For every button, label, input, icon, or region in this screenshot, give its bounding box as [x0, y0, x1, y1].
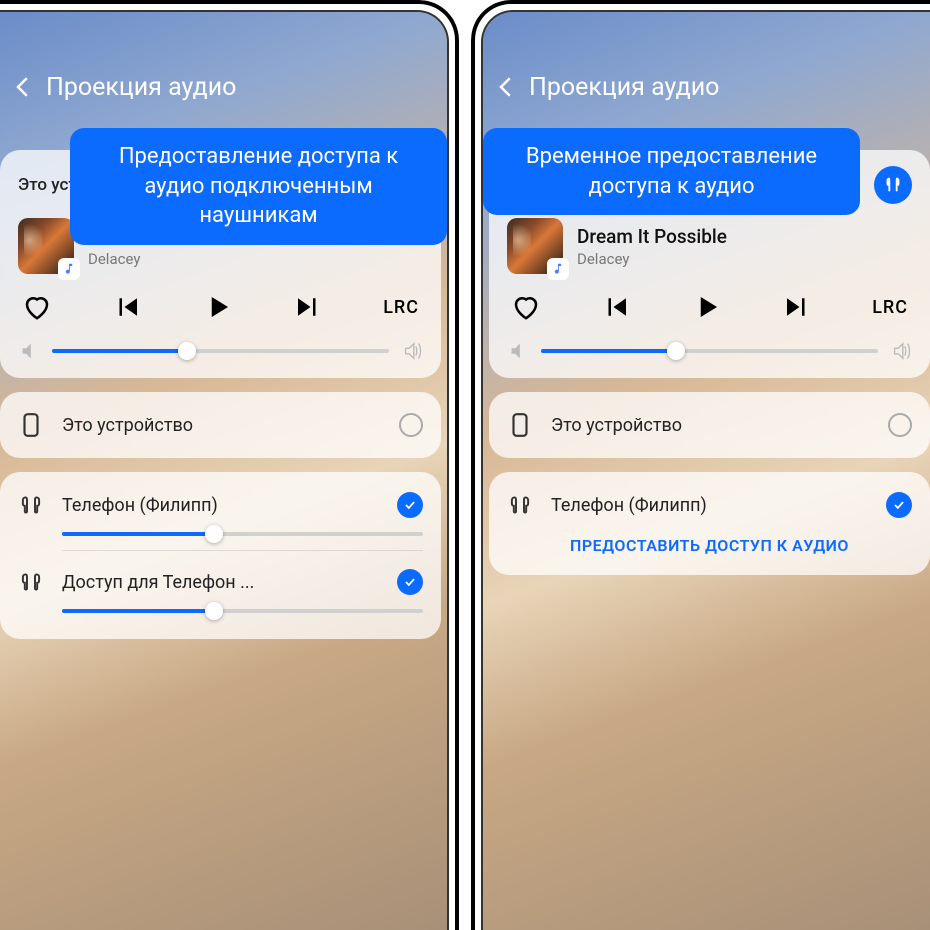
playback-controls: LRC: [507, 292, 912, 322]
check-icon[interactable]: [397, 569, 423, 595]
music-app-icon: [547, 258, 569, 280]
device-volume-slider[interactable]: [62, 609, 423, 613]
header: Проекция аудио: [0, 12, 447, 120]
this-device-label: Это устройство: [551, 415, 888, 436]
page-title: Проекция аудио: [46, 73, 236, 102]
device-name: Телефон (Филипп): [551, 495, 886, 516]
screen-left: Проекция аудио Предоставление доступа к …: [0, 12, 447, 930]
now-playing: Dream It Possible Delacey: [507, 218, 912, 274]
playback-controls: LRC: [18, 292, 423, 322]
earbuds-icon: [507, 492, 533, 518]
divider: [62, 550, 423, 551]
shared-devices-card: Телефон (Филипп) Доступ для Телефон: [0, 472, 441, 639]
header: Проекция аудио: [483, 12, 930, 120]
lyrics-button[interactable]: LRC: [383, 297, 419, 318]
device-name: Доступ для Телефон ...: [62, 572, 397, 593]
device-item[interactable]: Телефон (Филипп): [507, 488, 912, 522]
device-item[interactable]: Телефон (Филипп): [18, 488, 423, 536]
next-icon[interactable]: [782, 292, 812, 322]
callout-right: Временное предоставление доступа к аудио: [483, 128, 860, 215]
heart-icon[interactable]: [511, 292, 541, 322]
track-info: Dream It Possible Delacey: [577, 225, 727, 268]
device-name: Телефон (Филипп): [62, 495, 397, 516]
this-device-label: Это устройство: [62, 415, 399, 436]
screen-right: Проекция аудио Временное предоставление …: [483, 12, 930, 930]
album-art[interactable]: [507, 218, 563, 274]
check-icon[interactable]: [886, 492, 912, 518]
this-device-card[interactable]: Это устройство: [489, 392, 930, 458]
album-art[interactable]: [18, 218, 74, 274]
check-icon[interactable]: [397, 492, 423, 518]
volume-slider[interactable]: [541, 349, 878, 353]
lyrics-button[interactable]: LRC: [872, 297, 908, 318]
heart-icon[interactable]: [22, 292, 52, 322]
phone-right: Проекция аудио Временное предоставление …: [471, 0, 930, 930]
track-artist: Delacey: [577, 250, 727, 268]
prev-icon[interactable]: [601, 292, 631, 322]
callout-left: Предоставление доступа к аудио подключен…: [70, 128, 447, 245]
this-device-card[interactable]: Это устройство: [0, 392, 441, 458]
volume-low-icon: [507, 340, 529, 362]
prev-icon[interactable]: [112, 292, 142, 322]
earbuds-icon[interactable]: [874, 166, 912, 204]
back-icon[interactable]: [8, 72, 38, 102]
track-artist: Delacey: [88, 250, 238, 268]
back-icon[interactable]: [491, 72, 521, 102]
phone-icon: [18, 412, 44, 438]
volume-slider[interactable]: [52, 349, 389, 353]
next-icon[interactable]: [293, 292, 323, 322]
volume-row: [507, 340, 912, 362]
phone-left: Проекция аудио Предоставление доступа к …: [0, 0, 459, 930]
earbuds-icon: [18, 492, 44, 518]
track-title: Dream It Possible: [577, 225, 727, 248]
share-audio-button[interactable]: ПРЕДОСТАВИТЬ ДОСТУП К АУДИО: [507, 522, 912, 559]
earbuds-icon: [18, 569, 44, 595]
volume-high-icon: [401, 340, 423, 362]
radio-unchecked-icon[interactable]: [888, 413, 912, 437]
page-title: Проекция аудио: [529, 73, 719, 102]
volume-low-icon: [18, 340, 40, 362]
radio-unchecked-icon[interactable]: [399, 413, 423, 437]
play-icon[interactable]: [203, 292, 233, 322]
volume-high-icon: [890, 340, 912, 362]
music-app-icon: [58, 258, 80, 280]
device-volume-slider[interactable]: [62, 532, 423, 536]
phone-icon: [507, 412, 533, 438]
play-icon[interactable]: [692, 292, 722, 322]
volume-row: [18, 340, 423, 362]
shared-devices-card: Телефон (Филипп) ПРЕДОСТАВИТЬ ДОСТУП К А…: [489, 472, 930, 575]
device-item[interactable]: Доступ для Телефон ...: [18, 565, 423, 613]
